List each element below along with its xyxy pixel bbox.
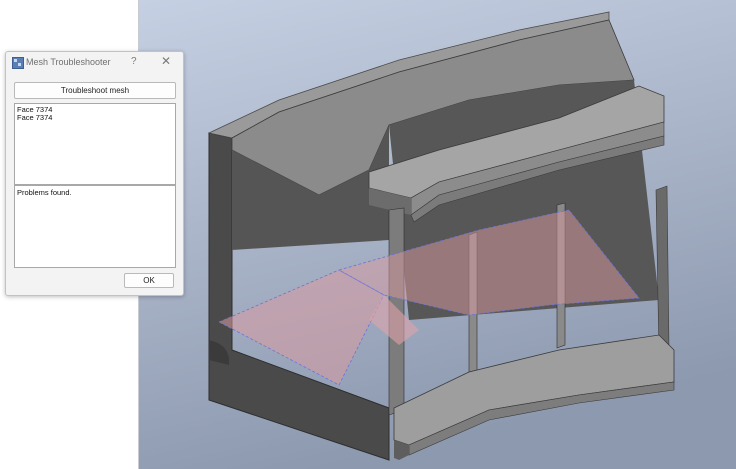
dialog-titlebar[interactable]: Mesh Troubleshooter ? ✕ [6, 52, 183, 74]
close-icon[interactable]: ✕ [161, 54, 171, 68]
list-item[interactable]: Face 7374 [15, 114, 175, 122]
troubleshoot-mesh-button[interactable]: Troubleshoot mesh [14, 82, 176, 99]
dialog-title: Mesh Troubleshooter [26, 57, 111, 67]
model-canvas[interactable] [139, 0, 736, 469]
mesh-troubleshooter-dialog: Mesh Troubleshooter ? ✕ Troubleshoot mes… [5, 51, 184, 296]
ok-button[interactable]: OK [124, 273, 174, 288]
problems-text: Problems found. [17, 188, 72, 197]
face-list[interactable]: Face 7374 Face 7374 [14, 103, 176, 185]
mesh-app-icon [12, 57, 24, 69]
problems-output: Problems found. [14, 185, 176, 268]
help-icon[interactable]: ? [131, 56, 137, 67]
3d-viewport[interactable] [139, 0, 736, 469]
